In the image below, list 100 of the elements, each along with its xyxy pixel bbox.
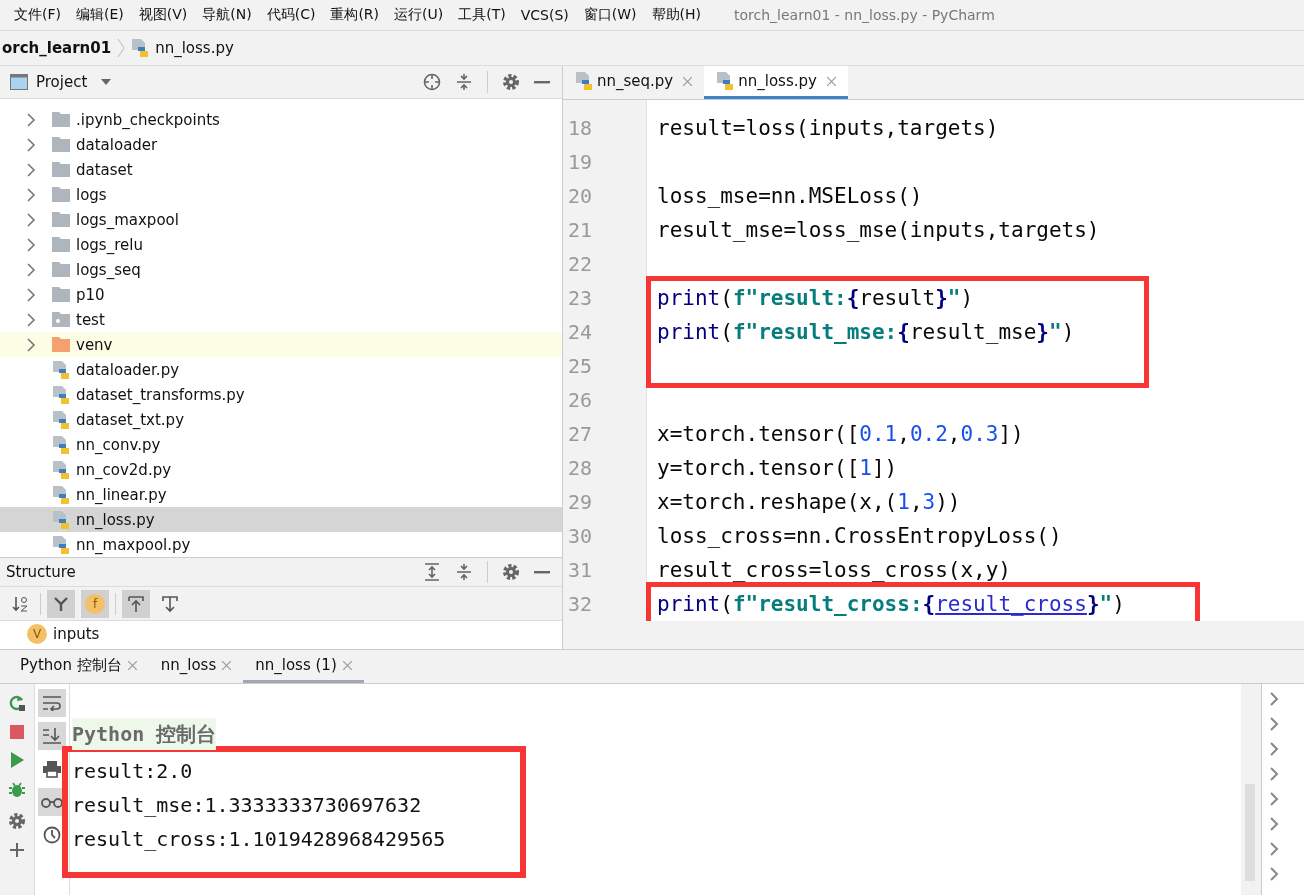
line-number: 23 <box>568 286 594 310</box>
chevron-icon[interactable] <box>1270 717 1279 731</box>
chevron-icon[interactable] <box>26 112 36 127</box>
settings-icon[interactable] <box>8 812 26 830</box>
tree-item[interactable]: dataloader.py <box>0 357 562 382</box>
console-header: Python 控制台 <box>72 718 217 750</box>
console-tab[interactable]: Python 控制台 <box>8 650 149 683</box>
console-tab[interactable]: nn_loss (1) <box>243 650 364 683</box>
plus-icon[interactable] <box>10 843 24 857</box>
line-number: 27 <box>568 422 594 446</box>
collapse-all-icon[interactable] <box>455 73 473 91</box>
settings-icon[interactable] <box>502 73 520 91</box>
line-number: 24 <box>568 320 594 344</box>
chevron-icon[interactable] <box>1270 792 1279 806</box>
tree-item[interactable]: nn_loss.py <box>0 507 562 532</box>
rerun-icon[interactable] <box>8 694 26 712</box>
scroll-end-icon <box>42 727 62 745</box>
chevron-icon[interactable] <box>1270 817 1279 831</box>
settings-icon[interactable] <box>502 563 520 581</box>
menu-item[interactable]: 帮助(H) <box>651 6 701 24</box>
menu-item[interactable]: 窗口(W) <box>583 6 637 24</box>
minimize-icon[interactable] <box>534 80 550 84</box>
close-icon[interactable] <box>127 660 137 670</box>
code-line: loss_cross=nn.CrossEntropyLoss() <box>657 524 1062 548</box>
structure-item[interactable]: inputs <box>53 625 100 643</box>
panel-title: Structure <box>6 563 76 581</box>
line-number: 28 <box>568 456 594 480</box>
caret-icon[interactable] <box>101 79 112 85</box>
python-file-icon <box>52 534 70 555</box>
window-title: torch_learn01 - nn_loss.py - PyCharm <box>734 7 995 23</box>
run-icon[interactable] <box>10 752 24 768</box>
editor-tab[interactable]: nn_loss.py <box>704 66 848 99</box>
chevron-icon[interactable] <box>1270 767 1279 781</box>
chevron-icon[interactable] <box>26 262 36 277</box>
tree-item[interactable]: .ipynb_checkpoints <box>0 107 562 132</box>
menu-item[interactable]: VCS(S) <box>520 7 569 23</box>
tree-item[interactable]: logs_seq <box>0 257 562 282</box>
tree-item[interactable]: dataset <box>0 157 562 182</box>
tree-item[interactable]: logs_maxpool <box>0 207 562 232</box>
chevron-icon[interactable] <box>26 237 36 252</box>
tree-item[interactable]: logs_relu <box>0 232 562 257</box>
code-line: result_mse=loss_mse(inputs,targets) <box>657 218 1100 242</box>
close-icon[interactable] <box>342 660 352 670</box>
chevron-icon[interactable] <box>1270 692 1279 706</box>
tree-item[interactable]: nn_maxpool.py <box>0 532 562 557</box>
breadcrumb-item[interactable]: orch_learn01 <box>2 39 112 57</box>
tree-item[interactable]: nn_cov2d.py <box>0 457 562 482</box>
toolbar-button[interactable] <box>38 722 66 750</box>
scroll-to-icon <box>161 594 179 613</box>
tree-item[interactable]: test <box>0 307 562 332</box>
tree-item[interactable]: venv <box>0 332 562 357</box>
console-output: result_mse:1.3333333730697632 <box>72 792 423 819</box>
close-icon[interactable] <box>683 76 693 86</box>
code-line: result_cross=loss_cross(x,y) <box>657 558 1011 582</box>
tree-item[interactable]: dataset_txt.py <box>0 407 562 432</box>
chevron-icon[interactable] <box>26 162 36 177</box>
console-tab[interactable]: nn_loss <box>148 650 244 683</box>
menu-item[interactable]: 编辑(E) <box>76 6 124 24</box>
chevron-icon[interactable] <box>1270 742 1279 756</box>
chevron-icon[interactable] <box>26 187 36 202</box>
glasses-icon <box>41 796 63 808</box>
chevron-icon[interactable] <box>1270 867 1279 881</box>
tree-item[interactable]: logs <box>0 182 562 207</box>
chevron-icon[interactable] <box>26 212 36 227</box>
close-icon[interactable] <box>826 76 836 86</box>
menu-item[interactable]: 工具(T) <box>458 6 506 24</box>
collapse-all-icon[interactable] <box>455 563 473 581</box>
menu-item[interactable]: 视图(V) <box>138 6 188 24</box>
code-line: print(f"result_mse:{result_mse}") <box>657 320 1075 344</box>
breadcrumb-item[interactable]: nn_loss.py <box>155 39 234 57</box>
folder-icon <box>52 212 70 227</box>
menu-item[interactable]: 重构(R) <box>330 6 380 24</box>
tree-item[interactable]: nn_linear.py <box>0 482 562 507</box>
menu-item[interactable]: 运行(U) <box>394 6 444 24</box>
chevron-icon[interactable] <box>26 137 36 152</box>
tree-item[interactable]: p10 <box>0 282 562 307</box>
menu-item[interactable]: 导航(N) <box>202 6 252 24</box>
target-icon[interactable] <box>423 73 441 91</box>
tree-item[interactable]: dataset_transforms.py <box>0 382 562 407</box>
toolbar-button[interactable] <box>38 689 66 717</box>
chevron-icon[interactable] <box>1270 842 1279 856</box>
folder-icon <box>52 262 70 277</box>
bug-icon[interactable] <box>8 781 26 799</box>
menu-item[interactable]: 文件(F) <box>14 6 61 24</box>
code-line: print(f"result:{result}") <box>657 286 974 310</box>
close-icon[interactable] <box>222 660 232 670</box>
python-file-icon <box>52 459 70 480</box>
panel-title[interactable]: Project <box>36 73 88 91</box>
chevron-icon[interactable] <box>26 337 36 352</box>
editor-tab[interactable]: nn_seq.py <box>563 66 705 99</box>
toolbar-button[interactable] <box>122 589 150 618</box>
expand-all-icon[interactable] <box>423 563 441 581</box>
tree-item[interactable]: dataloader <box>0 132 562 157</box>
python-file-icon <box>52 359 70 380</box>
toolbar-button[interactable] <box>47 589 75 618</box>
minimize-icon[interactable] <box>534 570 550 574</box>
chevron-icon[interactable] <box>26 287 36 302</box>
chevron-icon[interactable] <box>26 312 36 327</box>
tree-item[interactable]: nn_conv.py <box>0 432 562 457</box>
menu-item[interactable]: 代码(C) <box>266 6 316 24</box>
